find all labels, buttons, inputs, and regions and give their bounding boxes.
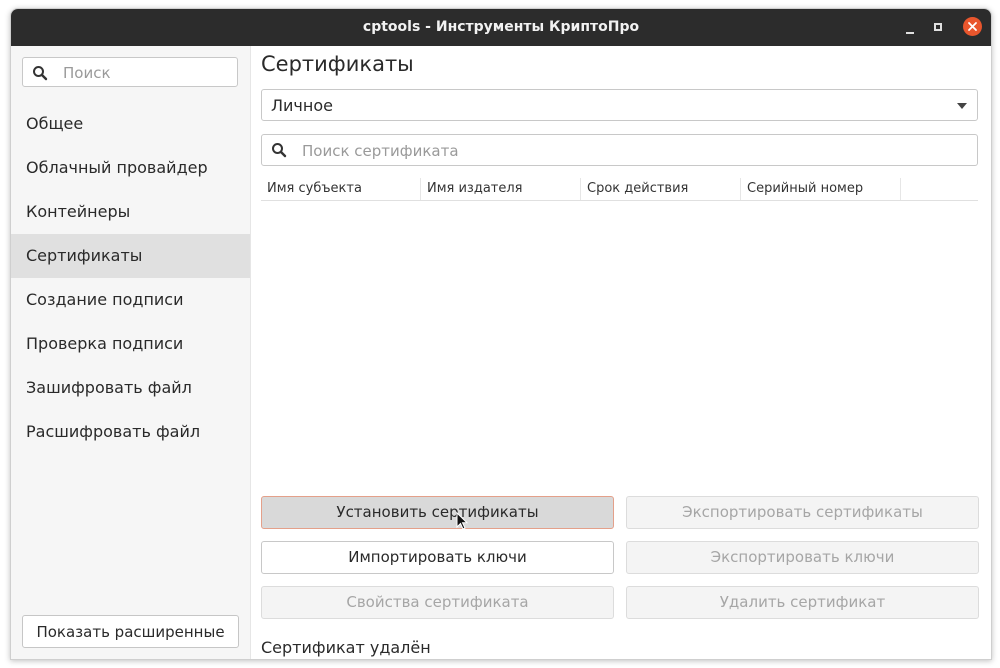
import-keys-button[interactable]: Импортировать ключи (261, 541, 614, 574)
mouse-cursor-icon (456, 512, 469, 530)
store-select[interactable]: Личное (261, 89, 978, 121)
export-keys-button[interactable]: Экспортировать ключи (626, 541, 979, 574)
sidebar-item-containers[interactable]: Контейнеры (11, 190, 250, 234)
sidebar-search[interactable] (22, 57, 238, 87)
sidebar-item-encrypt-file[interactable]: Зашифровать файл (11, 366, 250, 410)
main-panel: Сертификаты Личное Имя субъекта Имя изда… (251, 46, 991, 659)
export-certificates-button[interactable]: Экспортировать сертификаты (626, 496, 979, 529)
sidebar-item-general[interactable]: Общее (11, 102, 250, 146)
status-message: Сертификат удалён (261, 638, 431, 657)
show-advanced-button[interactable]: Показать расширенные (22, 615, 239, 648)
sidebar: Общее Облачный провайдер Контейнеры Серт… (11, 46, 251, 659)
certificate-table-header: Имя субъекта Имя издателя Срок действия … (261, 178, 978, 201)
search-icon (272, 143, 287, 158)
window-title: cptools - Инструменты КриптоПро (362, 19, 640, 35)
column-header-validity[interactable]: Срок действия (581, 178, 741, 200)
title-bar[interactable]: cptools - Инструменты КриптоПро (11, 9, 991, 46)
column-header-serial[interactable]: Серийный номер (741, 178, 901, 200)
close-icon[interactable] (963, 17, 982, 36)
certificate-search[interactable] (261, 134, 978, 166)
column-header-subject[interactable]: Имя субъекта (261, 178, 421, 200)
chevron-down-icon (957, 103, 967, 109)
maximize-icon[interactable] (929, 18, 949, 38)
page-title: Сертификаты (261, 52, 414, 76)
sidebar-item-verify-signature[interactable]: Проверка подписи (11, 322, 250, 366)
sidebar-item-create-signature[interactable]: Создание подписи (11, 278, 250, 322)
search-icon (33, 66, 48, 81)
certificate-table-body[interactable] (261, 201, 978, 491)
sidebar-item-certificates[interactable]: Сертификаты (11, 234, 250, 278)
app-window: cptools - Инструменты КриптоПро Общее Об… (10, 8, 992, 660)
certificate-properties-button[interactable]: Свойства сертификата (261, 586, 614, 619)
column-header-filler (901, 178, 978, 200)
store-select-value: Личное (271, 96, 333, 115)
certificate-search-input[interactable] (300, 140, 964, 162)
minimize-icon[interactable] (901, 18, 921, 38)
sidebar-search-input[interactable] (61, 62, 235, 84)
column-header-issuer[interactable]: Имя издателя (421, 178, 581, 200)
sidebar-item-decrypt-file[interactable]: Расшифровать файл (11, 410, 250, 454)
sidebar-item-cloud-provider[interactable]: Облачный провайдер (11, 146, 250, 190)
install-certificates-button[interactable]: Установить сертификаты (261, 496, 614, 529)
sidebar-nav: Общее Облачный провайдер Контейнеры Серт… (11, 102, 250, 454)
delete-certificate-button[interactable]: Удалить сертификат (626, 586, 979, 619)
